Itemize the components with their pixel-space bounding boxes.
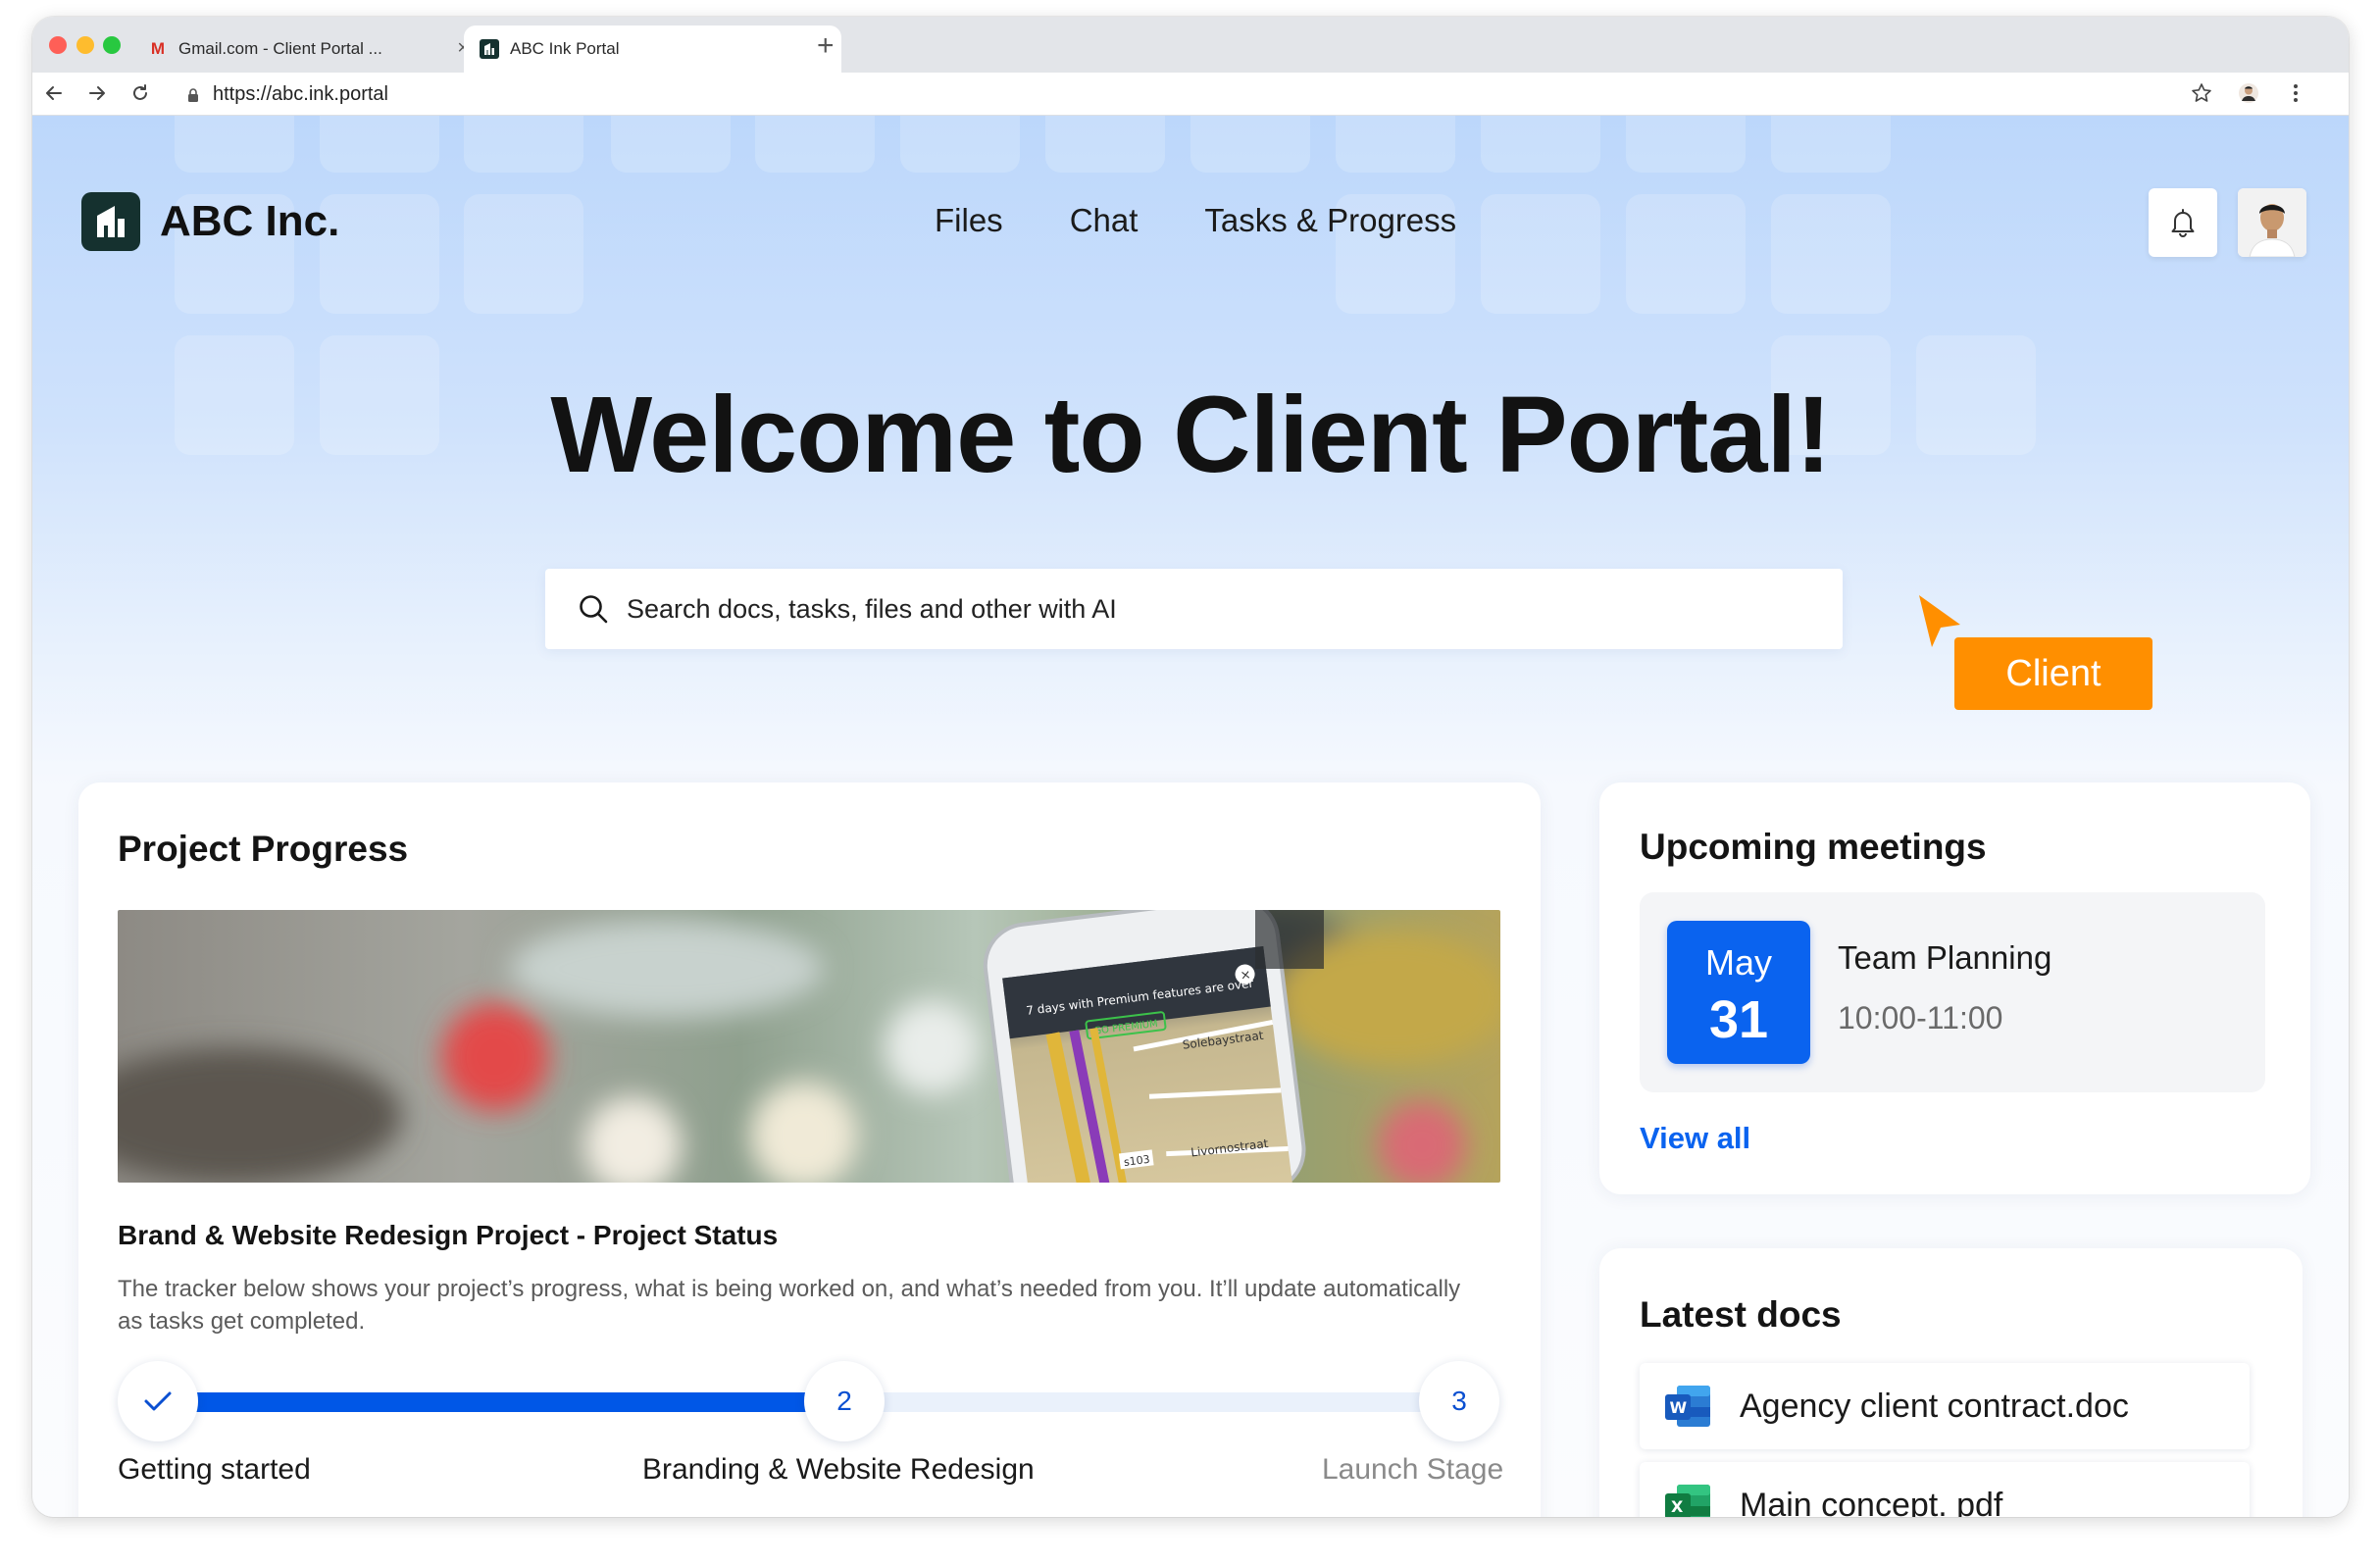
project-heading: Brand & Website Redesign Project - Proje… [118, 1220, 779, 1250]
svg-text:×: × [1240, 968, 1252, 984]
docs-title: Latest docs [1640, 1294, 1842, 1335]
meetings-title: Upcoming meetings [1640, 827, 1987, 867]
step-3-upcoming[interactable]: 3 [1419, 1361, 1499, 1441]
project-description: The tracker below shows your project’s p… [118, 1276, 1461, 1335]
maximize-window-button[interactable] [103, 36, 121, 54]
client-badge-label: Client [2005, 652, 2101, 694]
minimize-window-button[interactable] [76, 36, 94, 54]
nav-files[interactable]: Files [935, 202, 1003, 239]
portal-page: ABC Inc. Files Chat Tasks & Progress Wel… [32, 116, 2349, 1517]
excel-icon: X [1665, 1485, 1710, 1517]
lock-icon [188, 87, 198, 102]
brand-name: ABC Inc. [160, 197, 340, 245]
tab-label: ABC Ink Portal [510, 39, 620, 58]
step-1-label: Getting started [118, 1453, 311, 1486]
browser-window: M Gmail.com - Client Portal ... × ABC In… [32, 17, 2349, 1517]
progress-fill [191, 1392, 808, 1412]
step-3-label: Launch Stage [1322, 1453, 1504, 1486]
svg-text:W: W [1670, 1398, 1688, 1417]
tab-label: Gmail.com - Client Portal ... [178, 39, 382, 58]
abc-favicon [480, 39, 499, 59]
new-tab-icon[interactable]: + [817, 29, 835, 63]
view-all-meetings-link[interactable]: View all [1640, 1121, 1750, 1156]
meeting-month: May [1704, 942, 1772, 983]
project-progress-card: Project Progress 7 days with Premium fea… [78, 782, 1541, 1517]
step-1-done[interactable] [118, 1361, 198, 1441]
word-icon: W [1665, 1386, 1710, 1427]
more-menu-icon[interactable] [2284, 81, 2307, 105]
search-placeholder: Search docs, tasks, files and other with… [627, 593, 1117, 624]
user-avatar-button[interactable] [2238, 188, 2306, 257]
project-progress-title: Project Progress [118, 829, 409, 869]
meeting-time: 10:00-11:00 [1838, 1000, 2003, 1035]
url-text: https://abc.ink.portal [213, 83, 388, 105]
latest-docs-card: Latest docs W Agency client contract.doc [1599, 1248, 2303, 1517]
page-title: Welcome to Client Portal! [550, 375, 1831, 495]
meeting-day: 31 [1708, 990, 1769, 1049]
client-cursor-badge: Client [1954, 637, 2152, 710]
meeting-date-badge: May 31 [1667, 921, 1810, 1064]
avatar [2238, 188, 2306, 257]
reload-icon[interactable] [128, 81, 152, 105]
tab-bar: M Gmail.com - Client Portal ... × ABC In… [32, 17, 2349, 73]
step-2-label: Branding & Website Redesign [642, 1453, 1035, 1486]
doc-item[interactable]: W Agency client contract.doc [1640, 1363, 2250, 1449]
check-icon [144, 1391, 172, 1411]
tab-abc-portal[interactable]: ABC Ink Portal [464, 25, 841, 73]
notifications-button[interactable] [2149, 188, 2217, 257]
upcoming-meetings-card: Upcoming meetings May 31 Team Planning 1… [1599, 782, 2310, 1194]
gmail-icon: M [150, 39, 166, 58]
abc-logo-icon [81, 192, 140, 251]
doc-item[interactable]: X Main concept. pdf [1640, 1462, 2250, 1517]
bookmark-star-icon[interactable] [2190, 81, 2213, 105]
doc-name: Agency client contract.doc [1740, 1387, 2129, 1425]
main-nav: Files Chat Tasks & Progress [935, 202, 1523, 239]
forward-icon[interactable] [85, 81, 109, 105]
profile-avatar-icon[interactable] [2237, 81, 2260, 105]
address-bar: https://abc.ink.portal [32, 73, 2349, 116]
doc-name: Main concept. pdf [1740, 1486, 2003, 1518]
ai-search-input[interactable]: Search docs, tasks, files and other with… [545, 569, 1843, 649]
bell-icon [2171, 209, 2195, 237]
meeting-name: Team Planning [1838, 939, 2052, 976]
project-banner-image: 7 days with Premium features are over × … [118, 910, 1500, 1183]
meeting-item[interactable]: May 31 Team Planning 10:00-11:00 [1640, 892, 2265, 1092]
nav-chat[interactable]: Chat [1070, 202, 1139, 239]
search-icon [580, 595, 608, 624]
step-2-current[interactable]: 2 [804, 1361, 885, 1441]
nav-tasks-progress[interactable]: Tasks & Progress [1204, 202, 1456, 239]
brand-logo[interactable]: ABC Inc. [81, 192, 339, 251]
back-icon[interactable] [42, 81, 66, 105]
svg-text:X: X [1671, 1497, 1684, 1516]
tab-gmail[interactable]: M Gmail.com - Client Portal ... × [148, 25, 486, 73]
url-field[interactable]: https://abc.ink.portal [187, 83, 388, 106]
close-window-button[interactable] [49, 36, 67, 54]
